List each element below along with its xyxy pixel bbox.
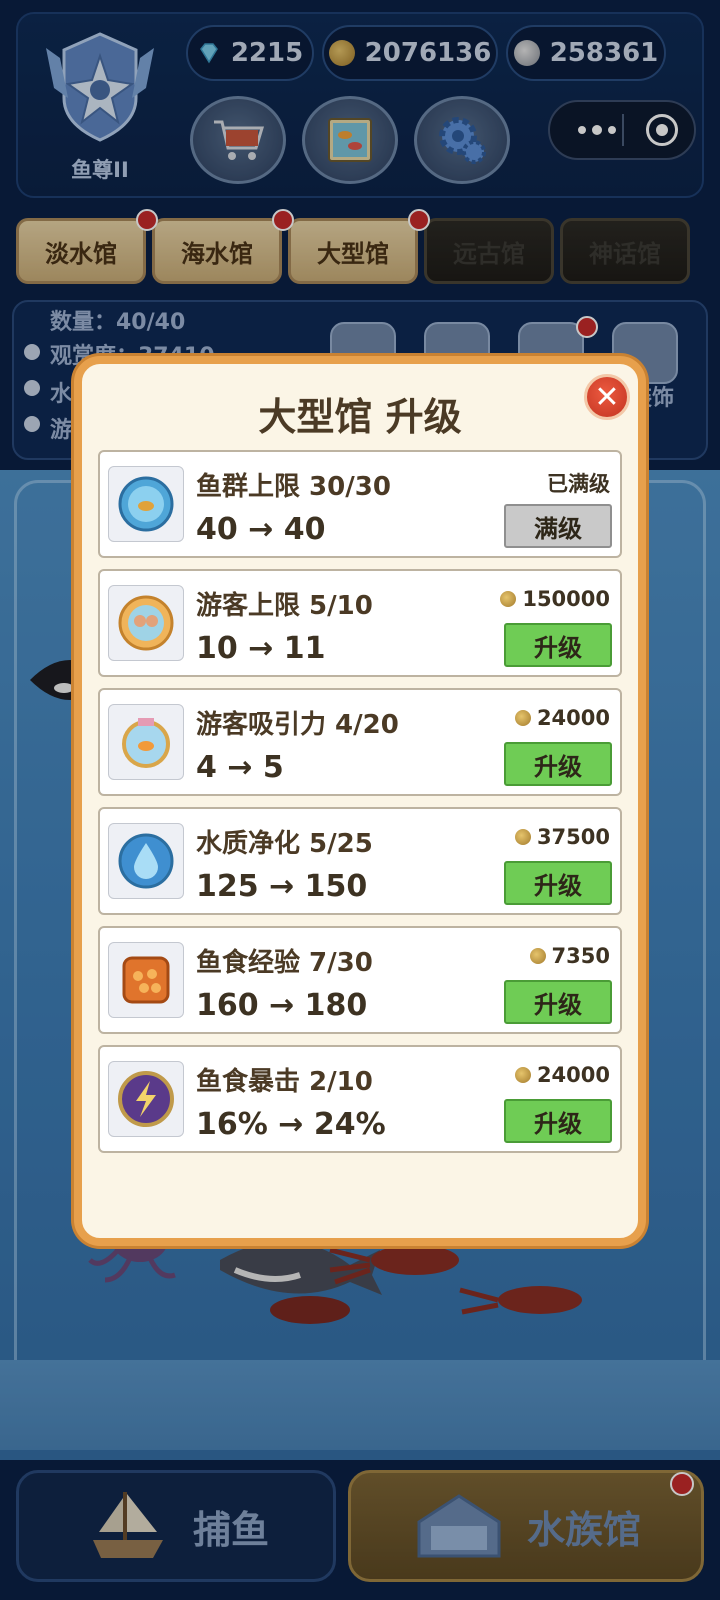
max-level-button[interactable]: 满级: [504, 504, 612, 548]
close-x-icon[interactable]: ✕: [584, 374, 630, 420]
upgrade-cost: 24000: [514, 1063, 610, 1087]
upgrade-button[interactable]: 升级: [504, 742, 612, 786]
upgrade-name: 鱼食暴击 2/10: [196, 1067, 373, 1097]
gold-coin-icon: [500, 591, 517, 607]
upgrade-row-visitor-limit: 游客上限 5/10 10 → 11 150000 升级: [98, 569, 622, 677]
upgrade-change: 40 → 40: [196, 512, 326, 547]
upgrade-button[interactable]: 升级: [504, 861, 612, 905]
upgrade-name: 游客上限 5/10: [196, 591, 373, 621]
upgrade-cost-value: 150000: [522, 587, 610, 611]
gold-coin-icon: [514, 829, 531, 845]
upgrade-cost-value: 24000: [536, 1063, 610, 1087]
fishbowl-attraction-icon: [108, 704, 184, 780]
upgrade-row-fish-limit: 鱼群上限 30/30 40 → 40 已满级 满级: [98, 450, 622, 558]
fish-food-exp-icon: [108, 942, 184, 1018]
upgrade-change: 16% → 24%: [196, 1107, 386, 1142]
upgrade-name: 游客吸引力 4/20: [196, 710, 399, 740]
upgrade-change: 4 → 5: [196, 750, 284, 785]
upgrade-cost-value: 24000: [536, 706, 610, 730]
upgrade-name: 水质净化 5/25: [196, 829, 373, 859]
upgrade-button[interactable]: 升级: [504, 980, 612, 1024]
upgrade-name: 鱼群上限 30/30: [196, 472, 391, 502]
upgrade-row-water-purify: 水质净化 5/25 125 → 150 37500 升级: [98, 807, 622, 915]
upgrade-row-food-crit: 鱼食暴击 2/10 16% → 24% 24000 升级: [98, 1045, 622, 1153]
gold-coin-icon: [529, 948, 546, 964]
upgrade-button[interactable]: 升级: [504, 1099, 612, 1143]
upgrade-change: 125 → 150: [196, 869, 368, 904]
gold-coin-icon: [514, 710, 531, 726]
upgrade-name: 鱼食经验 7/30: [196, 948, 373, 978]
modal-title: 大型馆 升级: [258, 395, 462, 439]
upgrade-cost-value: 37500: [536, 825, 610, 849]
upgrade-cost: 7350: [529, 944, 610, 968]
upgrade-cost-value: 7350: [551, 944, 610, 968]
upgrade-row-food-exp: 鱼食经验 7/30 160 → 180 7350 升级: [98, 926, 622, 1034]
upgrade-cost: 37500: [514, 825, 610, 849]
upgrade-button[interactable]: 升级: [504, 623, 612, 667]
fish-school-icon: [108, 466, 184, 542]
gold-coin-icon: [514, 1067, 531, 1083]
visitors-icon: [108, 585, 184, 661]
upgrade-cost-value: 已满级: [547, 472, 610, 496]
upgrade-change: 10 → 11: [196, 631, 326, 666]
water-drop-icon: [108, 823, 184, 899]
upgrade-change: 160 → 180: [196, 988, 368, 1023]
upgrade-row-attraction: 游客吸引力 4/20 4 → 5 24000 升级: [98, 688, 622, 796]
upgrade-cost: 24000: [514, 706, 610, 730]
upgrade-cost: 150000: [500, 587, 610, 611]
upgrade-cost: 已满级: [547, 468, 610, 498]
fish-food-crit-icon: [108, 1061, 184, 1137]
